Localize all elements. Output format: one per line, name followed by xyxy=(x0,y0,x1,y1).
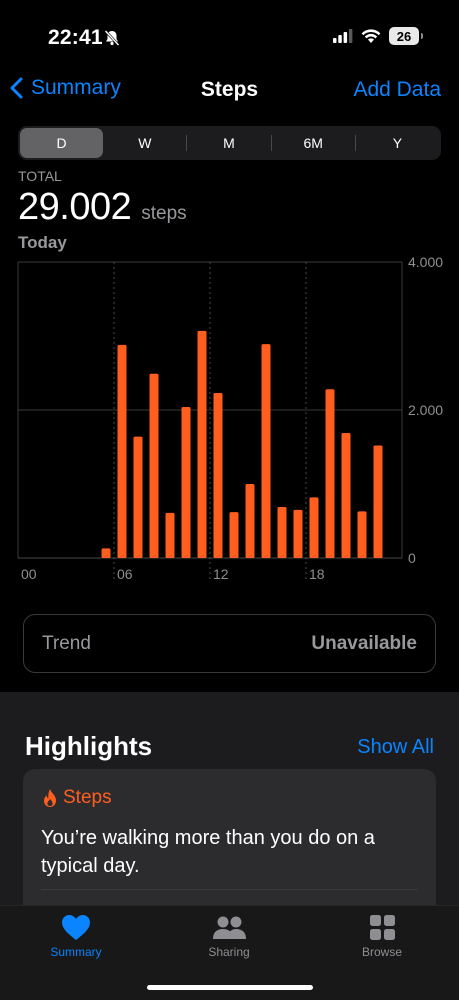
step-bar xyxy=(149,373,159,558)
flame-icon xyxy=(44,789,56,807)
y-tick-label: 4.000 xyxy=(408,255,443,270)
trend-value: Unavailable xyxy=(311,632,417,654)
highlight-text: You’re walking more than you do on a typ… xyxy=(41,827,375,877)
step-bar xyxy=(309,497,319,558)
x-tick-label: 18 xyxy=(309,566,325,582)
range-tab-six-months[interactable]: 6M xyxy=(272,128,355,158)
highlights-title: Highlights xyxy=(25,731,153,761)
show-all-link[interactable]: Show All xyxy=(357,736,434,759)
back-button[interactable]: Summary xyxy=(10,76,121,100)
people-icon xyxy=(213,916,246,939)
step-bar xyxy=(293,509,303,558)
status-bar: 22:41 26 xyxy=(0,0,459,70)
step-bar xyxy=(133,436,143,558)
add-data-button[interactable]: Add Data xyxy=(353,78,441,102)
total-row: 29.002 steps xyxy=(18,186,187,229)
range-tab-day[interactable]: D xyxy=(20,128,104,158)
step-bar xyxy=(277,506,287,558)
step-bar xyxy=(341,432,351,558)
tab-browse-label: Browse xyxy=(361,945,402,959)
range-tab-year[interactable]: Y xyxy=(356,128,439,158)
trend-label: Trend xyxy=(42,632,91,654)
highlight-category: Steps xyxy=(63,787,112,808)
tab-sharing-label: Sharing xyxy=(208,945,250,959)
battery-indicator: 26 xyxy=(389,27,423,45)
highlight-card-header: Steps xyxy=(41,787,112,809)
step-bar xyxy=(197,330,207,558)
tab-browse[interactable]: Browse xyxy=(322,914,442,959)
wifi-icon xyxy=(361,28,381,43)
tab-summary[interactable]: Summary xyxy=(16,914,136,959)
step-bar xyxy=(213,392,223,558)
back-label: Summary xyxy=(31,76,121,99)
total-steps-value: 29.002 xyxy=(18,186,132,228)
x-tick-label: 06 xyxy=(117,566,133,582)
x-tick-label: 12 xyxy=(213,566,229,582)
total-unit: steps xyxy=(141,203,187,224)
chevron-left-icon xyxy=(10,77,23,99)
step-bar xyxy=(181,407,191,558)
heart-icon xyxy=(62,915,90,940)
total-label: TOTAL xyxy=(18,168,62,184)
range-tab-month[interactable]: M xyxy=(187,128,270,158)
step-bar xyxy=(165,512,175,558)
y-tick-label: 2.000 xyxy=(408,402,443,418)
step-bar xyxy=(117,344,127,558)
steps-bar-chart[interactable]: 00 06 12 18 4.000 2.000 0 xyxy=(0,255,459,585)
navigation-bar: Summary Steps Add Data xyxy=(0,70,459,114)
status-time: 22:41 xyxy=(48,26,103,49)
step-bar xyxy=(245,484,255,558)
step-bar xyxy=(373,445,383,558)
tab-sharing[interactable]: Sharing xyxy=(169,914,289,959)
date-label: Today xyxy=(18,233,67,252)
range-segmented-control: D W M 6M Y xyxy=(18,126,441,160)
trend-card[interactable]: Trend Unavailable xyxy=(23,614,436,673)
step-bar xyxy=(101,548,111,558)
grid-icon xyxy=(369,915,395,940)
tab-summary-label: Summary xyxy=(50,945,102,959)
x-tick-label: 00 xyxy=(21,566,37,582)
step-bar xyxy=(261,344,271,558)
step-bar xyxy=(357,511,367,558)
step-bar xyxy=(229,512,239,558)
highlight-divider xyxy=(41,889,418,890)
step-bar xyxy=(325,389,335,558)
bell-off-icon xyxy=(104,30,120,46)
home-indicator[interactable] xyxy=(147,985,313,990)
y-tick-label: 0 xyxy=(408,550,416,566)
cellular-signal-icon xyxy=(333,29,353,43)
range-tab-week[interactable]: W xyxy=(103,128,186,158)
